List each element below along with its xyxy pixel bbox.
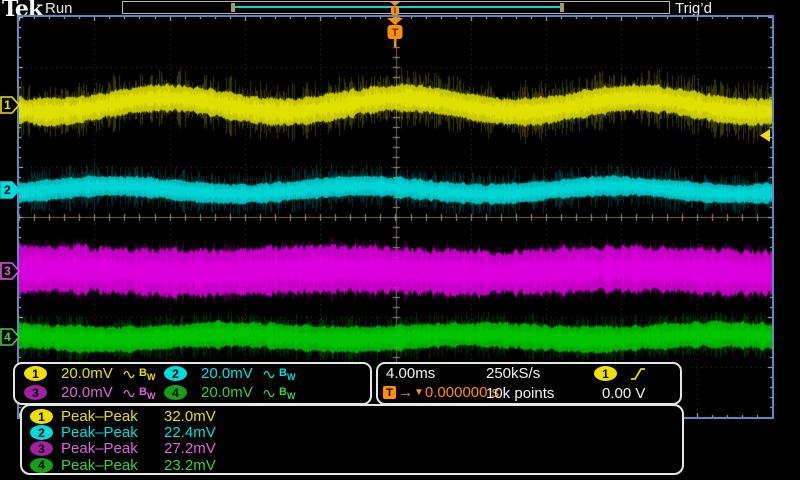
measurement-row: 1 Peak–Peak 32.0mV — [22, 408, 682, 425]
measurement-row: 3 Peak–Peak 27.2mV — [22, 440, 682, 458]
measurement-value: 27.2mV — [164, 440, 216, 458]
trigger-source-badge[interactable]: 1 — [594, 366, 617, 381]
trigger-t-icon: T — [383, 386, 396, 399]
channel-3-coupling-bandwidth-icon: B W — [123, 385, 155, 401]
bandwidth-limit-icon: B — [139, 386, 147, 398]
measurement-ch4-badge[interactable]: 4 — [30, 457, 53, 473]
record-length: 10k points — [486, 385, 555, 402]
bandwidth-limit-icon: B — [279, 367, 287, 379]
sine-coupling-icon — [123, 370, 135, 379]
bandwidth-limit-sub: W — [146, 372, 156, 382]
svg-text:3: 3 — [4, 264, 11, 278]
channel-2-position-marker[interactable]: 2 — [0, 180, 21, 200]
channel-3-badge[interactable]: 3 — [24, 385, 47, 400]
channel-1-position-marker[interactable]: 1 — [0, 95, 21, 115]
svg-text:2: 2 — [4, 183, 11, 197]
trigger-position-flag[interactable]: T — [386, 18, 405, 48]
window-start-bracket — [231, 3, 235, 12]
bandwidth-limit-sub: W — [286, 372, 296, 382]
channel-scale-readout: 1 20.0mV B W 2 20.0mV B W 3 20.0mV B W 4… — [13, 362, 372, 405]
bandwidth-limit-icon: B — [139, 367, 147, 379]
measurement-value: 32.0mV — [164, 408, 216, 425]
waveform-canvas — [19, 17, 772, 417]
measurement-ch3-badge[interactable]: 3 — [30, 441, 53, 457]
measurement-row: 2 Peak–Peak 22.4mV — [22, 424, 682, 442]
sine-coupling-icon — [263, 389, 275, 398]
measurement-readout-box: 1 Peak–Peak 32.0mV 2 Peak–Peak 22.4mV 3 … — [20, 404, 684, 475]
bandwidth-limit-sub: W — [286, 391, 296, 401]
channel-1-scale[interactable]: 20.0mV — [61, 365, 113, 382]
measurement-value: 23.2mV — [164, 456, 216, 474]
trigger-delay-group[interactable]: T → ▼ 0.000000 s — [383, 384, 499, 401]
bandwidth-limit-sub: W — [146, 391, 156, 401]
measurement-name: Peak–Peak — [61, 424, 138, 442]
channel-3-position-marker[interactable]: 3 — [0, 261, 21, 281]
sine-coupling-icon — [263, 370, 275, 379]
channel-1-badge[interactable]: 1 — [24, 366, 47, 381]
timebase-scale[interactable]: 4.00ms — [386, 365, 435, 382]
oscilloscope-screen: Tek Run Trig’d T 1 20.0mV B W 2 20.0mV B… — [0, 0, 800, 480]
svg-text:4: 4 — [4, 330, 11, 344]
channel-1-coupling-bandwidth-icon: B W — [123, 366, 155, 382]
sine-coupling-icon — [123, 389, 135, 398]
trigger-level-marker[interactable] — [760, 129, 771, 142]
channel-4-badge[interactable]: 4 — [164, 385, 187, 400]
bandwidth-limit-icon: B — [279, 386, 287, 398]
waveform-display-graticule — [17, 15, 774, 419]
channel-readout-row-2: 3 20.0mV B W 4 20.0mV B W — [15, 384, 370, 403]
horizontal-row-2: T → ▼ 0.000000 s 10k points 0.00 V — [378, 384, 680, 403]
svg-text:T: T — [392, 27, 399, 39]
measurement-ch1-badge[interactable]: 1 — [30, 409, 53, 424]
trigger-level-value[interactable]: 0.00 V — [602, 385, 645, 402]
measurement-name: Peak–Peak — [61, 456, 138, 474]
horizontal-row-1: 4.00ms 250kS/s 1 — [378, 365, 680, 384]
measurement-row: 4 Peak–Peak 23.2mV — [22, 456, 682, 474]
window-end-bracket — [560, 3, 564, 12]
measurement-value: 22.4mV — [164, 424, 216, 442]
horizontal-trigger-readout: 4.00ms 250kS/s 1 T → ▼ 0.000000 s 10k po… — [376, 362, 682, 405]
channel-3-scale[interactable]: 20.0mV — [61, 384, 113, 401]
sample-rate: 250kS/s — [486, 365, 541, 382]
arrow-right-icon: → — [398, 384, 413, 401]
measurement-name: Peak–Peak — [61, 408, 138, 425]
measurement-ch2-badge[interactable]: 2 — [30, 425, 53, 441]
channel-readout-row-1: 1 20.0mV B W 2 20.0mV B W — [15, 365, 370, 384]
down-triangle-icon: ▼ — [414, 387, 424, 398]
channel-4-position-marker[interactable]: 4 — [0, 327, 21, 347]
channel-4-coupling-bandwidth-icon: B W — [263, 385, 295, 401]
channel-2-badge[interactable]: 2 — [164, 366, 187, 381]
channel-2-coupling-bandwidth-icon: B W — [263, 366, 295, 382]
trigger-position-bar-icon[interactable] — [389, 1, 401, 16]
channel-4-scale[interactable]: 20.0mV — [201, 384, 253, 401]
channel-2-scale[interactable]: 20.0mV — [201, 365, 253, 382]
measurement-name: Peak–Peak — [61, 440, 138, 458]
svg-text:1: 1 — [4, 98, 11, 112]
